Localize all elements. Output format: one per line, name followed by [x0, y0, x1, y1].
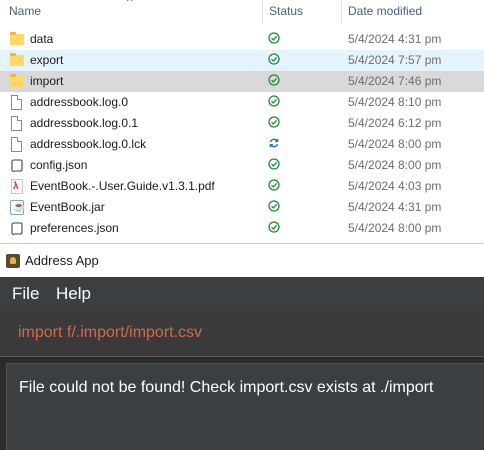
file-row[interactable]: addressbook.log.0 5/4/2024 8:10 pm [0, 92, 484, 113]
file-row[interactable]: preferences.json 5/4/2024 8:00 pm [0, 218, 484, 239]
window-title: Address App [25, 253, 99, 268]
column-date-modified[interactable]: Date modified [348, 4, 422, 18]
synced-check-icon [268, 53, 280, 65]
app-icon [6, 254, 20, 268]
menu-help[interactable]: Help [56, 284, 91, 304]
file-row[interactable]: ☕ EventBook.jar 5/4/2024 4:31 pm [0, 197, 484, 218]
file-name: addressbook.log.0 [30, 95, 129, 109]
column-divider[interactable] [341, 0, 342, 24]
file-name: addressbook.log.0.lck [30, 137, 147, 151]
column-header: Name ^ Status Date modified [0, 0, 484, 26]
menu-file[interactable]: File [12, 284, 39, 304]
command-text: import f/.import/import.csv [18, 324, 203, 341]
file-row[interactable]: addressbook.log.0.lck 5/4/2024 8:00 pm [0, 134, 484, 155]
file-explorer: Name ^ Status Date modified data 5/4/202… [0, 0, 484, 243]
file-row[interactable]: config.json 5/4/2024 8:00 pm [0, 155, 484, 176]
synced-check-icon [268, 95, 280, 107]
synced-check-icon [268, 179, 280, 191]
file-row[interactable]: data 5/4/2024 4:31 pm [0, 29, 484, 50]
title-bar[interactable]: Address App [0, 243, 484, 277]
folder-icon [10, 32, 24, 47]
file-row[interactable]: export 5/4/2024 7:57 pm [0, 50, 484, 71]
column-status[interactable]: Status [269, 4, 303, 18]
file-date: 5/4/2024 4:03 pm [348, 179, 442, 193]
file-name: export [30, 53, 64, 67]
file-date: 5/4/2024 4:31 pm [348, 32, 442, 46]
folder-icon [10, 74, 24, 89]
result-display[interactable] [6, 363, 484, 450]
synced-check-icon [268, 32, 280, 44]
file-date: 5/4/2024 7:57 pm [348, 53, 442, 67]
document-icon [10, 95, 24, 110]
file-date: 5/4/2024 8:00 pm [348, 158, 442, 172]
synced-check-icon [268, 74, 280, 86]
file-name: data [30, 32, 54, 46]
file-name: EventBook.-.User.Guide.v1.3.1.pdf [30, 179, 215, 193]
column-divider[interactable] [262, 0, 263, 24]
file-name: config.json [30, 158, 88, 172]
synced-check-icon [268, 200, 280, 212]
file-row[interactable]: λ EventBook.-.User.Guide.v1.3.1.pdf 5/4/… [0, 176, 484, 197]
file-name: preferences.json [30, 221, 119, 235]
file-date: 5/4/2024 4:31 pm [348, 200, 442, 214]
file-date: 5/4/2024 6:12 pm [348, 116, 442, 130]
file-name: import [30, 74, 64, 88]
command-input[interactable]: import f/.import/import.csv [0, 311, 484, 357]
file-date: 5/4/2024 7:46 pm [348, 74, 442, 88]
result-message: File could not be found! Check import.cs… [19, 379, 434, 396]
document-icon [10, 137, 24, 152]
file-row[interactable]: import 5/4/2024 7:46 pm [0, 71, 484, 92]
menu-bar: File Help [0, 277, 484, 311]
column-name[interactable]: Name [9, 4, 41, 18]
document-icon [10, 116, 24, 131]
synced-check-icon [268, 221, 280, 233]
file-date: 5/4/2024 8:00 pm [348, 221, 442, 235]
synced-check-icon [268, 158, 280, 170]
address-app-window: Address App File Help import f/.import/i… [0, 243, 484, 450]
folder-icon [10, 53, 24, 68]
file-row[interactable]: addressbook.log.0.1 5/4/2024 6:12 pm [0, 113, 484, 134]
pdf-icon: λ [10, 179, 24, 194]
result-panel: File could not be found! Check import.cs… [0, 358, 484, 450]
synced-check-icon [268, 116, 280, 128]
script-icon [10, 221, 24, 236]
script-icon [10, 158, 24, 173]
file-date: 5/4/2024 8:00 pm [348, 137, 442, 151]
file-date: 5/4/2024 8:10 pm [348, 95, 442, 109]
jar-icon: ☕ [10, 200, 25, 215]
file-name: EventBook.jar [30, 200, 105, 214]
sync-pending-icon [269, 138, 279, 148]
collapse-icon[interactable]: ^ [127, 0, 133, 8]
file-name: addressbook.log.0.1 [30, 116, 139, 130]
